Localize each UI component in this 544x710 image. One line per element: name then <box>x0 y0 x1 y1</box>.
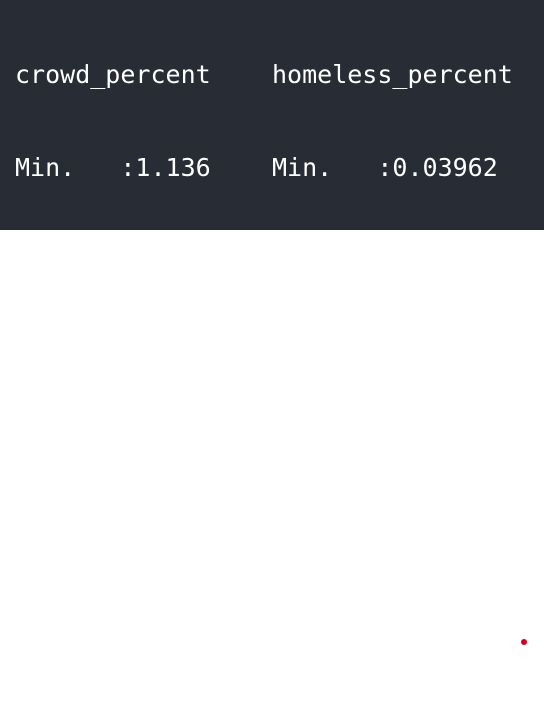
stat-row-1st-qu: 1st Qu.:1.559 <box>15 246 211 275</box>
column-header: crowd_percent <box>15 60 211 89</box>
stat-row-min: Min. :0.03962 <box>272 153 498 182</box>
stat-row-1st-qu: 1st Qu.:0.08456 <box>272 246 498 275</box>
column-header: homeless_percent <box>272 60 513 89</box>
red-dot-marker <box>521 639 527 645</box>
summary-column-homeless-percent: homeless_percent Min. :0.03962 1st Qu.:0… <box>272 0 513 710</box>
stat-row-median: Median :0.10104 <box>272 339 498 368</box>
stat-row-max: Max. :7.676 <box>15 618 211 647</box>
console-output: crowd_percent Min. :1.136 1st Qu.:1.559 … <box>0 0 544 647</box>
summary-column-crowd-percent: crowd_percent Min. :1.136 1st Qu.:1.559 … <box>15 0 211 710</box>
stat-row-3rd-qu: 3rd Qu.:2.540 <box>15 525 211 554</box>
stat-row-3rd-qu: 3rd Qu.:0.14770 <box>272 525 498 554</box>
stat-row-median: Median :1.929 <box>15 339 211 368</box>
stat-row-mean: Mean :0.15574 <box>272 432 498 461</box>
stat-row-mean: Mean :2.379 <box>15 432 211 461</box>
stat-row-max: Max. :0.95267 <box>272 618 498 647</box>
stat-row-min: Min. :1.136 <box>15 153 211 182</box>
